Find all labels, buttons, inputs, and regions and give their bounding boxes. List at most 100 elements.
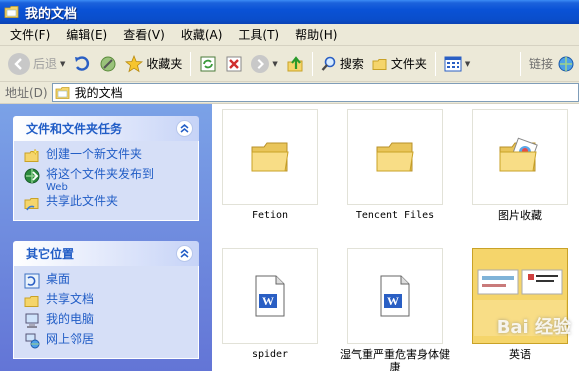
toolbar: 后退 ▼ 收藏夹 ▼ 搜索 文件夹 ▼ 链接 [0, 46, 579, 82]
file-view: Fetion Tencent Files 图片收藏 W spider W 湿气重… [212, 104, 579, 371]
search-icon [321, 56, 336, 71]
folder-thumbnail [472, 109, 568, 205]
place-desktop-label: 桌面 [46, 272, 71, 286]
folder-thumbnail [347, 109, 443, 205]
place-desktop[interactable]: 桌面 [24, 272, 198, 291]
my-computer-icon [25, 313, 39, 328]
place-my-computer[interactable]: 我的电脑 [24, 312, 198, 331]
other-places-body: 桌面 共享文档 我的电脑 网上邻居 [13, 266, 199, 359]
publish-web-icon [24, 168, 40, 184]
new-folder-icon [24, 148, 39, 162]
place-network[interactable]: 网上邻居 [24, 332, 198, 351]
other-places-title: 其它位置 [26, 247, 75, 261]
menu-file[interactable]: 文件(F) [2, 25, 58, 45]
file-name: Fetion [251, 210, 289, 221]
favorites-button[interactable]: 收藏夹 [121, 50, 186, 78]
file-name: Tencent Files [355, 210, 435, 221]
views-grid-icon [444, 56, 462, 71]
refresh-button[interactable] [195, 50, 221, 78]
folder-icon [251, 142, 289, 172]
links-label: 链接 [528, 57, 553, 71]
menu-favorites[interactable]: 收藏(A) [173, 25, 231, 45]
word-document-icon: W [255, 275, 285, 317]
folder-thumbnail [222, 109, 318, 205]
back-label: 后退 [33, 57, 58, 71]
file-name: 英语 [509, 348, 531, 361]
address-input[interactable]: 我的文档 [51, 83, 579, 102]
shared-docs-icon [24, 296, 39, 307]
folder-icon [376, 142, 414, 172]
file-tasks-header[interactable]: 文件和文件夹任务 [13, 116, 199, 141]
desktop-icon [24, 273, 40, 289]
place-shared-docs[interactable]: 共享文档 [24, 292, 198, 311]
folders-button[interactable]: 文件夹 [368, 50, 431, 78]
task-publish-web[interactable]: 将这个文件夹发布到 Web [24, 167, 198, 193]
place-network-label: 网上邻居 [46, 332, 95, 346]
network-places-icon [25, 333, 40, 349]
file-name: spider [251, 349, 289, 360]
favorites-label: 收藏夹 [146, 57, 183, 71]
links-button[interactable]: 链接 [525, 50, 579, 78]
share-folder-icon [24, 198, 39, 211]
forward-arrow-icon [251, 54, 270, 73]
task-share-folder[interactable]: 共享此文件夹 [24, 194, 198, 213]
stop-icon [226, 56, 242, 71]
folders-label: 文件夹 [390, 57, 427, 71]
tools-button[interactable] [95, 50, 121, 78]
up-button[interactable] [282, 50, 308, 78]
forward-button[interactable]: ▼ [247, 50, 281, 78]
back-button[interactable]: 后退 ▼ [4, 50, 69, 78]
address-value: 我的文档 [74, 86, 123, 100]
file-item-tencent[interactable]: Tencent Files [340, 109, 450, 222]
file-item-health-doc[interactable]: W 湿气重严重危害身体健康 [340, 248, 450, 371]
file-item-pictures[interactable]: 图片收藏 [465, 109, 575, 222]
other-places-header[interactable]: 其它位置 [13, 241, 199, 266]
toolbar-separator [434, 51, 436, 76]
task-share-folder-label: 共享此文件夹 [46, 194, 119, 208]
menu-view[interactable]: 查看(V) [115, 25, 173, 45]
other-places-panel: 其它位置 桌面 共享文档 我的电脑 网上邻居 [13, 241, 199, 359]
task-pane: 文件和文件夹任务 创建一个新文件夹 将这个文件夹发布到 Web 共享此文件夹 其… [0, 104, 212, 371]
file-item-english[interactable]: 英语 [465, 248, 575, 361]
search-label: 搜索 [339, 57, 364, 71]
undo-icon [75, 55, 90, 71]
place-my-computer-label: 我的电脑 [46, 312, 95, 326]
file-item-fetion[interactable]: Fetion [215, 109, 325, 222]
title-bar[interactable]: 我的文档 [0, 0, 579, 24]
stop-button[interactable] [221, 50, 247, 78]
dropdown-arrow-icon: ▼ [464, 59, 471, 68]
folder-up-icon [287, 55, 303, 71]
collapse-chevron-icon[interactable] [176, 120, 193, 137]
file-tasks-title: 文件和文件夹任务 [26, 122, 123, 136]
menu-tools[interactable]: 工具(T) [230, 25, 287, 45]
undo-button[interactable] [69, 50, 95, 78]
task-new-folder-label: 创建一个新文件夹 [46, 147, 143, 161]
toolbar-separator [311, 51, 313, 76]
views-button[interactable]: ▼ [440, 50, 474, 78]
word-document-icon: W [380, 275, 410, 317]
doc-thumbnail: W [347, 248, 443, 344]
task-publish-web-label: 将这个文件夹发布到 [46, 167, 155, 181]
refresh-icon [200, 56, 216, 71]
tools-icon [100, 56, 116, 71]
search-button[interactable]: 搜索 [317, 50, 368, 78]
place-shared-docs-label: 共享文档 [46, 292, 95, 306]
file-name: 湿气重严重危害身体健康 [340, 348, 450, 371]
file-tasks-body: 创建一个新文件夹 将这个文件夹发布到 Web 共享此文件夹 [13, 141, 199, 221]
menu-bar: 文件(F) 编辑(E) 查看(V) 收藏(A) 工具(T) 帮助(H) [0, 24, 579, 46]
menu-edit[interactable]: 编辑(E) [58, 25, 115, 45]
file-tasks-panel: 文件和文件夹任务 创建一个新文件夹 将这个文件夹发布到 Web 共享此文件夹 [13, 116, 199, 221]
watermark: Bai 经验 [496, 317, 571, 338]
dropdown-arrow-icon: ▼ [60, 59, 66, 68]
toolbar-separator [519, 51, 521, 76]
collapse-chevron-icon[interactable] [176, 245, 193, 262]
folders-icon [372, 58, 387, 70]
folder-icon [4, 6, 19, 18]
address-bar: 地址(D) 我的文档 [0, 82, 579, 104]
doc-thumbnail: W [222, 248, 318, 344]
task-new-folder[interactable]: 创建一个新文件夹 [24, 147, 198, 166]
dropdown-arrow-icon: ▼ [272, 59, 278, 68]
svg-text:W: W [262, 294, 274, 308]
file-item-spider[interactable]: W spider [215, 248, 325, 361]
menu-help[interactable]: 帮助(H) [287, 25, 345, 45]
